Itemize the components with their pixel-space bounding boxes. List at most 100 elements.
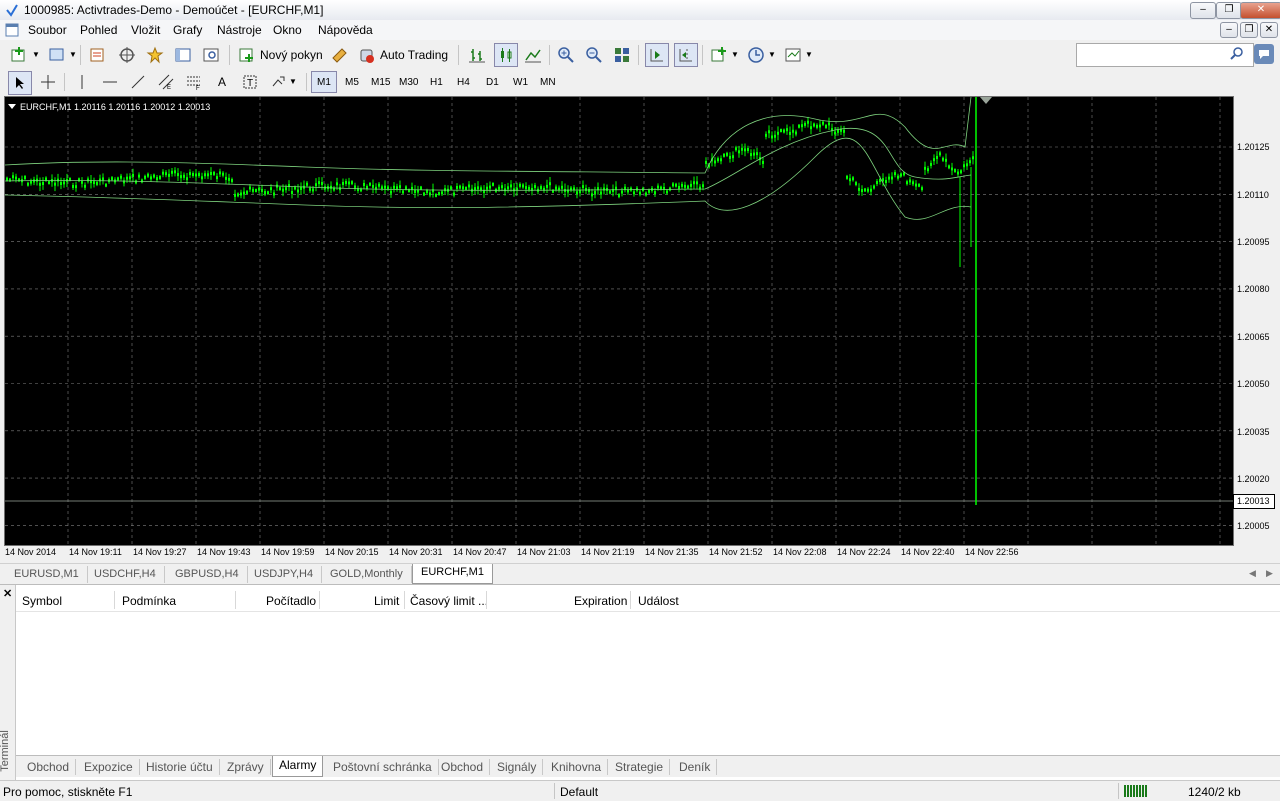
col-podminka[interactable]: Podmínka [122,594,176,608]
terminal-window-icon[interactable] [172,44,194,66]
price-axis-label: 1.20095 [1237,237,1270,247]
menu-vlozit[interactable]: Vložit [131,23,160,37]
menu-nastroje[interactable]: Nástroje [217,23,262,37]
col-udalost[interactable]: Událost [638,594,679,608]
cursor-icon[interactable] [8,71,32,95]
chevron-down-icon[interactable]: ▼ [32,50,40,59]
menu-napoveda[interactable]: Nápověda [318,23,373,37]
auto-scroll-icon[interactable] [645,43,669,67]
time-axis-label: 14 Nov 20:15 [325,547,379,557]
tf-m15[interactable]: M15 [371,77,390,88]
term-tab-obchod-2[interactable]: Obchod [435,759,491,775]
tabs-scroll-left-icon[interactable]: ◀ [1249,568,1256,579]
term-tab-postovni[interactable]: Poštovní schránka [327,759,439,775]
fibonacci-icon[interactable]: F [183,71,205,93]
menu-grafy[interactable]: Grafy [173,23,202,37]
equidistant-channel-icon[interactable]: E [155,71,177,93]
chevron-down-icon[interactable]: ▼ [69,50,77,59]
meta-editor-icon[interactable] [328,44,350,66]
term-tab-zpravy[interactable]: Zprávy [221,759,271,775]
tile-windows-icon[interactable] [611,44,633,66]
crosshair-icon[interactable] [37,71,59,93]
line-chart-icon[interactable] [522,44,544,66]
zoom-in-icon[interactable] [555,44,577,66]
new-chart-icon[interactable] [8,44,30,66]
tabs-scroll-right-icon[interactable]: ▶ [1266,568,1273,579]
col-expiration[interactable]: Expiration [574,594,627,608]
tf-mn[interactable]: MN [540,77,556,88]
minimize-button[interactable]: – [1190,2,1216,19]
tf-m5[interactable]: M5 [345,77,359,88]
auto-trading-button[interactable]: Auto Trading [380,48,448,62]
chart-tab-gbpusd[interactable]: GBPUSD,H4 [167,566,248,583]
candlestick-chart-icon[interactable] [494,43,518,67]
chevron-down-icon[interactable]: ▼ [805,50,813,59]
search-icon[interactable] [1230,46,1244,60]
text-icon[interactable]: A [211,71,233,93]
term-tab-alarmy[interactable]: Alarmy [272,756,324,777]
col-symbol[interactable]: Symbol [22,594,62,608]
mdi-minimize-button[interactable]: – [1220,22,1238,38]
time-axis-label: 14 Nov 20:31 [389,547,443,557]
terminal-close-icon[interactable]: ✕ [3,587,12,600]
tf-d1[interactable]: D1 [486,77,499,88]
navigator-crosshair-icon[interactable] [116,44,138,66]
term-tab-obchod[interactable]: Obchod [21,759,77,775]
navigator-star-icon[interactable] [144,44,166,66]
chart-tabs: EURUSD,M1 USDCHF,H4 GBPUSD,H4 USDJPY,H4 … [0,563,1280,584]
tf-m1[interactable]: M1 [317,77,331,88]
price-chart-canvas[interactable] [5,97,1233,545]
new-order-button[interactable]: Nový pokyn [260,48,323,62]
new-order-icon[interactable] [236,44,258,66]
term-tab-denik[interactable]: Deník [673,759,718,775]
tf-m30[interactable]: M30 [399,77,418,88]
tf-h4[interactable]: H4 [457,77,470,88]
arrows-icon[interactable] [267,71,289,93]
chevron-down-icon[interactable]: ▼ [289,77,297,86]
profiles-icon[interactable] [45,44,67,66]
mdi-close-button[interactable]: ✕ [1260,22,1278,38]
templates-icon[interactable] [782,44,804,66]
bar-chart-icon[interactable] [466,44,488,66]
term-tab-historie[interactable]: Historie účtu [140,759,220,775]
chat-icon[interactable] [1254,44,1274,64]
zoom-out-icon[interactable] [583,44,605,66]
chart-tab-eurusd[interactable]: EURUSD,M1 [6,566,88,583]
trendline-icon[interactable] [127,71,149,93]
term-tab-strategie[interactable]: Strategie [609,759,671,775]
tf-w1[interactable]: W1 [513,77,528,88]
current-price-tag: 1.20013 [1233,494,1275,509]
status-profile[interactable]: Default [560,785,598,799]
term-tab-signaly[interactable]: Signály [491,759,544,775]
term-tab-knihovna[interactable]: Knihovna [545,759,609,775]
col-limit[interactable]: Limit [374,594,399,608]
chart-tab-usdchf[interactable]: USDCHF,H4 [86,566,165,583]
term-tab-expozice[interactable]: Expozice [78,759,140,775]
market-watch-icon[interactable] [86,44,108,66]
chart-menu-icon[interactable] [8,104,16,110]
menu-pohled[interactable]: Pohled [80,23,117,37]
horizontal-line-icon[interactable] [99,71,121,93]
col-casovy-limit[interactable]: Časový limit ... [410,594,488,608]
vertical-line-icon[interactable] [71,71,93,93]
chart-tab-eurchf[interactable]: EURCHF,M1 [412,564,493,584]
chart-tab-usdjpy[interactable]: USDJPY,H4 [246,566,323,583]
menu-soubor[interactable]: Soubor [28,23,67,37]
search-input[interactable] [1076,43,1254,67]
mdi-restore-button[interactable]: ❐ [1240,22,1258,38]
maximize-button[interactable]: ❐ [1216,2,1242,19]
chevron-down-icon[interactable]: ▼ [768,50,776,59]
chevron-down-icon[interactable]: ▼ [731,50,739,59]
chart-tab-gold[interactable]: GOLD,Monthly [322,566,412,583]
close-button[interactable]: ✕ [1240,2,1280,19]
auto-trading-icon[interactable] [355,44,377,66]
chart-shift-icon[interactable] [674,43,698,67]
text-label-icon[interactable]: T [239,71,261,93]
periods-clock-icon[interactable] [745,44,767,66]
indicators-icon[interactable] [708,44,730,66]
strategy-tester-icon[interactable] [200,44,222,66]
price-chart[interactable]: EURCHF,M1 1.20116 1.20116 1.20012 1.2001… [4,96,1234,546]
menu-okno[interactable]: Okno [273,23,302,37]
tf-h1[interactable]: H1 [430,77,443,88]
col-pocitadlo[interactable]: Počítadlo [266,594,316,608]
